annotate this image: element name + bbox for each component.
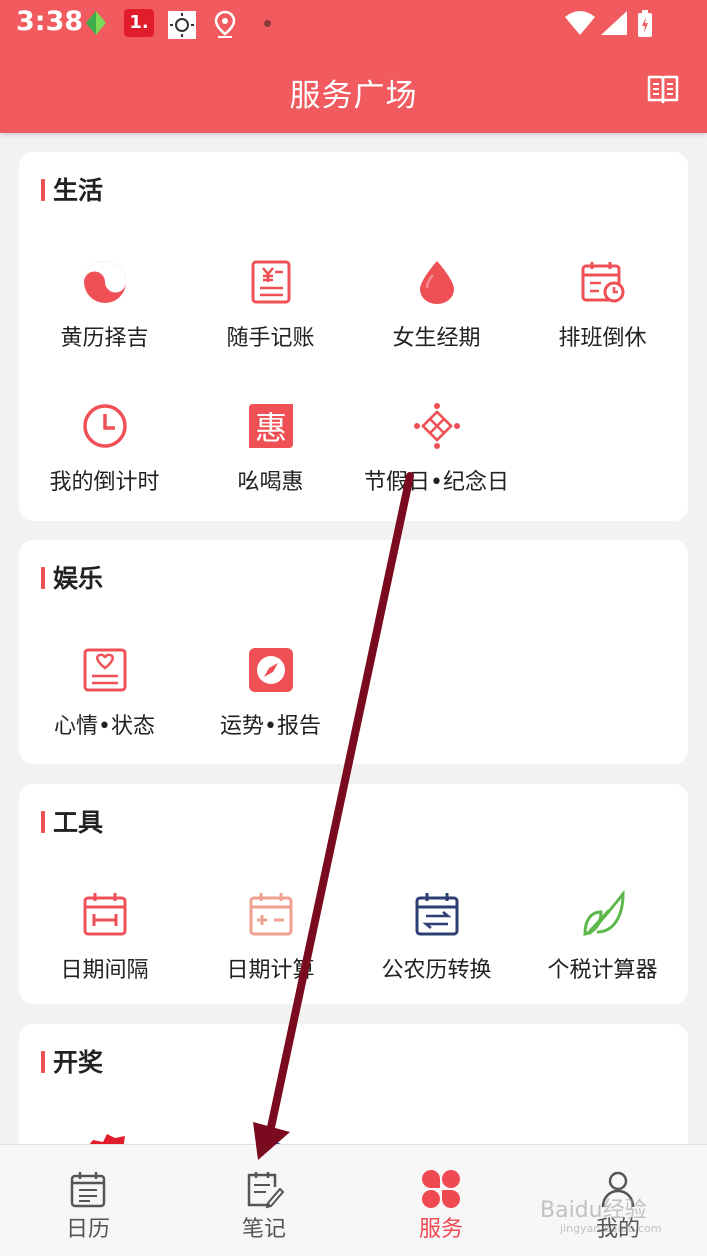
service-item-mood[interactable]: 心情•状态: [21, 646, 188, 740]
service-item-huangli[interactable]: 黄历择吉: [21, 258, 188, 352]
tab-label: 服务: [418, 1217, 463, 1242]
service-item-shift[interactable]: 排班倒休: [519, 258, 686, 352]
tab-notes[interactable]: 笔记: [176, 1145, 352, 1256]
clock-icon: [82, 404, 127, 448]
service-item-tax-calculator[interactable]: 个税计算器: [519, 890, 686, 984]
service-item-label: 心情•状态: [54, 714, 155, 739]
signal-icon: [601, 11, 627, 35]
watermark-url: jingyan.baidu.com: [560, 1222, 662, 1235]
tab-service[interactable]: 服务: [353, 1145, 529, 1256]
date-calc-icon: [249, 893, 292, 936]
section-title: 生活: [41, 176, 103, 206]
section-title: 娱乐: [41, 564, 103, 594]
service-item-label: 随手记账: [226, 326, 315, 351]
watermark-logo: Baidu经验: [540, 1198, 647, 1223]
service-item-yaohehui[interactable]: 惠 吆喝惠: [187, 402, 354, 496]
service-item-label: 黄历择吉: [60, 326, 149, 351]
service-item-date-calc[interactable]: 日期计算: [187, 890, 354, 984]
leaf-icon: [582, 890, 625, 936]
section-entertainment: 娱乐 心情•状态 运势•报告: [19, 540, 688, 764]
service-item-bookkeeping[interactable]: 随手记账: [187, 258, 354, 352]
service-item-label: 排班倒休: [558, 326, 647, 351]
service-item-label: 个税计算器: [547, 958, 658, 983]
section-tools: 工具 日期间隔 日期计算 公农历转换 个税计算器: [19, 784, 688, 1004]
section-title: 工具: [41, 808, 103, 838]
app-header: 3:38 1. 服务广场: [0, 0, 707, 133]
app-leaf-icon: [86, 11, 106, 35]
notification-badge: 1.: [124, 9, 154, 37]
compass-icon: [248, 648, 293, 692]
status-time: 3:38: [16, 6, 84, 37]
weather-sun-icon: [168, 11, 196, 39]
drop-icon: [419, 261, 454, 304]
service-item-countdown[interactable]: 我的倒计时: [21, 402, 188, 496]
tab-calendar[interactable]: 日历: [0, 1145, 176, 1256]
tab-label: 日历: [65, 1217, 110, 1242]
note-edit-icon: [247, 1172, 284, 1209]
service-item-calendar-convert[interactable]: 公农历转换: [353, 890, 520, 984]
date-interval-icon: [83, 893, 126, 936]
service-item-fortune[interactable]: 运势•报告: [187, 646, 354, 740]
page-title: 服务广场: [289, 78, 418, 114]
section-title: 开奖: [41, 1048, 103, 1078]
svg-text:惠: 惠: [254, 409, 286, 447]
service-item-label: 日期计算: [226, 958, 315, 983]
service-item-period[interactable]: 女生经期: [353, 258, 520, 352]
service-item-label: 女生经期: [392, 326, 481, 351]
status-dot: [264, 20, 271, 27]
location-icon: [214, 10, 236, 38]
status-bar: 3:38 1.: [0, 0, 707, 48]
tab-label: 笔记: [241, 1217, 286, 1242]
chinese-knot-icon: [413, 403, 460, 449]
service-grid-icon: [422, 1170, 460, 1208]
mood-note-icon: [83, 648, 126, 692]
service-item-label: 公农历转换: [381, 958, 492, 983]
service-item-label: 节假日•纪念日: [364, 470, 509, 495]
book-icon[interactable]: [646, 72, 680, 106]
service-item-label: 运势•报告: [220, 714, 321, 739]
service-item-label: 我的倒计时: [49, 470, 160, 495]
hui-icon: 惠: [248, 404, 293, 448]
calendar-convert-icon: [415, 893, 458, 936]
calendar-icon: [70, 1172, 106, 1208]
service-item-label: 日期间隔: [60, 958, 149, 983]
wifi-icon: [565, 11, 595, 35]
battery-icon: [638, 10, 652, 37]
service-item-date-interval[interactable]: 日期间隔: [21, 890, 188, 984]
service-item-label: 吆喝惠: [237, 470, 304, 495]
section-life: 生活 黄历择吉 随手记账 女生经期 排班倒休 我的倒计时 惠 吆喝惠 节假日•纪…: [19, 152, 688, 521]
yinyang-icon: [83, 261, 126, 303]
calendar-clock-icon: [581, 262, 624, 303]
ledger-icon: [251, 260, 290, 304]
service-item-holiday[interactable]: 节假日•纪念日: [353, 402, 520, 496]
